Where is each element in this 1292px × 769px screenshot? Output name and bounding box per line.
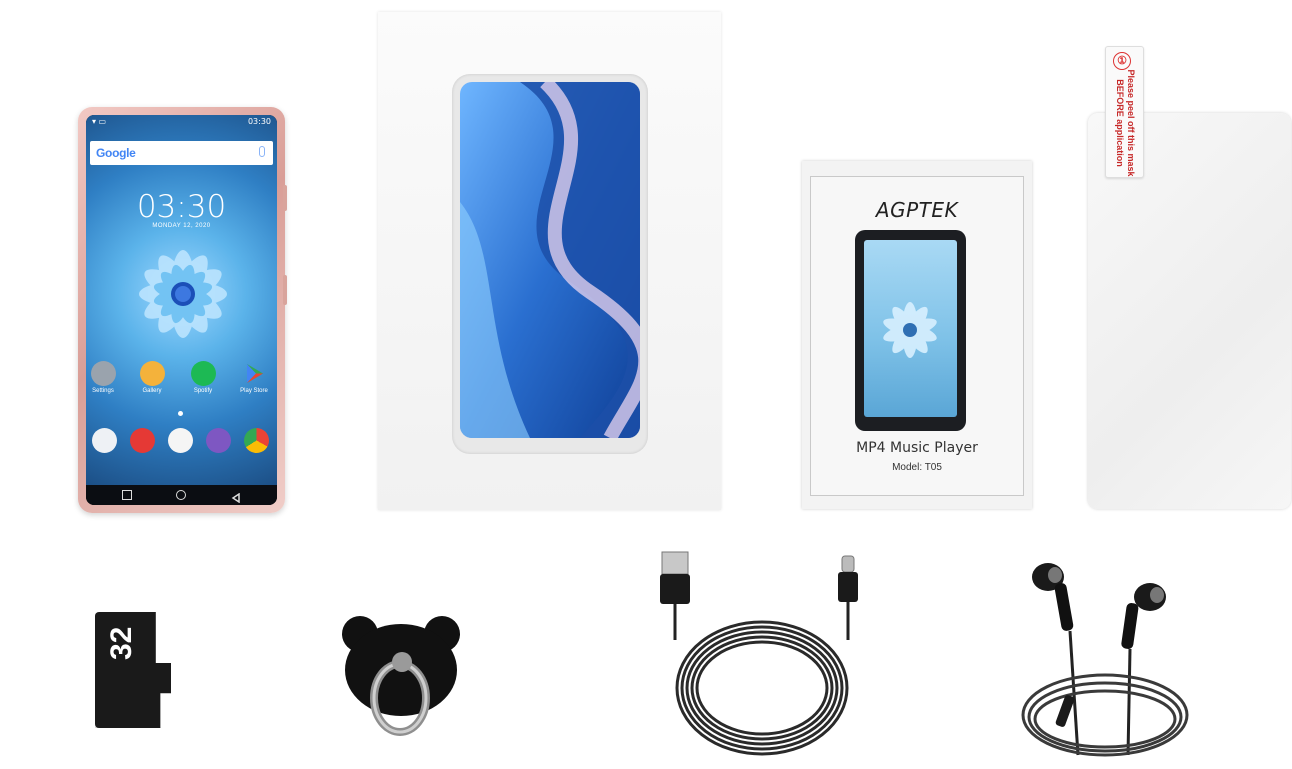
google-search-bar: Google (90, 141, 273, 165)
video-icon[interactable] (130, 428, 155, 453)
gallery-icon (139, 361, 165, 386)
status-time: 03:30 (247, 117, 271, 126)
spotify-icon (190, 361, 216, 386)
chrome-icon[interactable] (244, 428, 269, 453)
manual-phone-screen (864, 240, 957, 417)
earphones (1021, 563, 1189, 757)
home-icon[interactable] (176, 490, 186, 500)
app-gallery[interactable]: Gallery (132, 361, 172, 394)
navigation-bar (86, 485, 277, 505)
bear-ring-holder (342, 616, 460, 736)
app-label: Spotify (193, 388, 213, 394)
recents-icon[interactable] (122, 490, 132, 500)
model-number: Model: T05 (892, 462, 942, 473)
app-drawer-icon[interactable] (168, 428, 193, 453)
box-wave-art (460, 82, 640, 438)
app-label: Gallery (142, 388, 162, 394)
product-name: MP4 Music Player (856, 440, 978, 456)
book-icon[interactable] (92, 428, 117, 453)
usb-cable (660, 551, 858, 756)
music-icon[interactable] (206, 428, 231, 453)
app-spotify[interactable]: Spotify (183, 361, 223, 394)
gear-icon (90, 361, 116, 386)
peel-instruction: Please peel off this mask BEFORE applica… (1115, 69, 1136, 177)
play-store-icon (242, 361, 267, 386)
mic-icon (259, 146, 265, 157)
app-label: Settings (92, 388, 114, 394)
phone-screen: ▾ ▭ 03:30 Google 03:30 MONDAY 12, 2020 S… (86, 115, 277, 505)
page-indicator (178, 411, 183, 416)
google-logo: Google (96, 146, 136, 160)
sd-capacity: 32 (105, 626, 138, 660)
volume-button (283, 185, 287, 211)
brand-name: AGPTEK (875, 198, 959, 222)
back-icon[interactable] (231, 490, 241, 504)
power-button (283, 275, 287, 305)
clock-widget: 03:30 (136, 189, 227, 225)
app-play-store[interactable]: Play Store (234, 361, 274, 394)
signal-icon: ▾ ▭ (92, 117, 107, 126)
flower-image (139, 250, 227, 338)
mp4-player-phone: ▾ ▭ 03:30 Google 03:30 MONDAY 12, 2020 S… (78, 107, 287, 513)
status-bar: ▾ ▭ 03:30 (86, 115, 277, 129)
app-label: Play Store (240, 388, 268, 394)
app-settings[interactable]: Settings (86, 361, 123, 394)
